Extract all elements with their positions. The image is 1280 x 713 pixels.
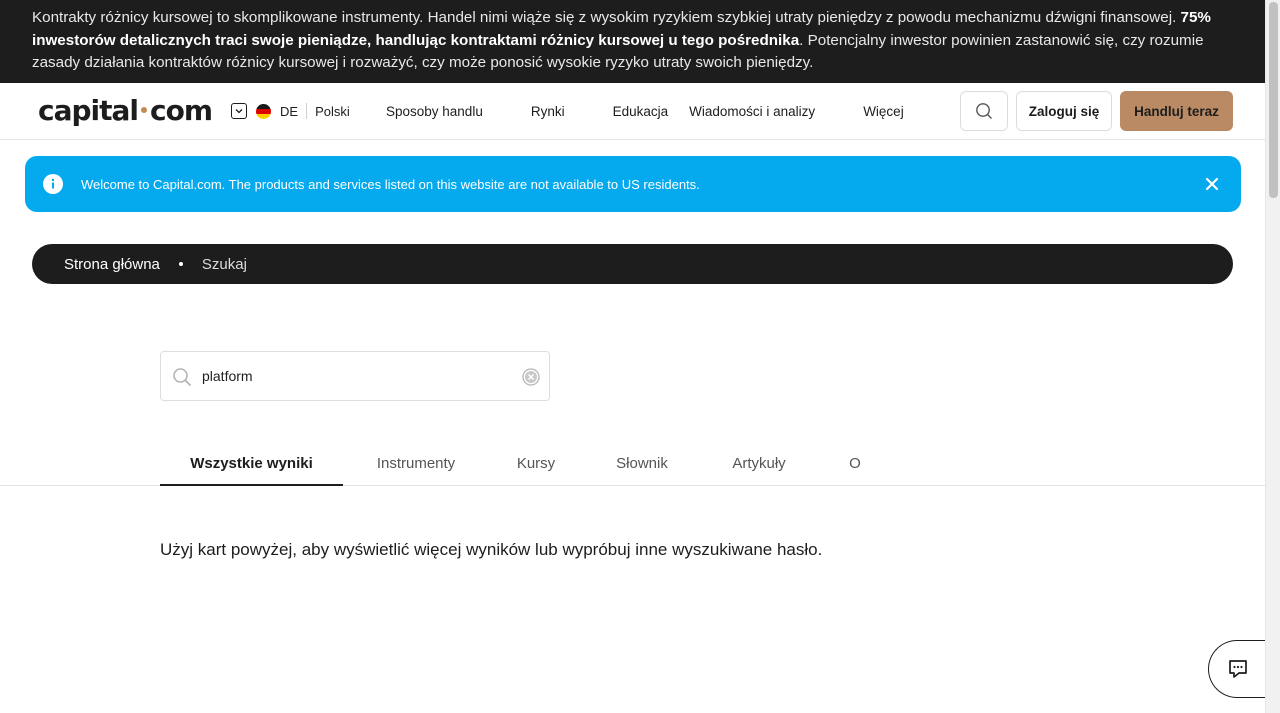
info-icon bbox=[43, 174, 63, 194]
no-more-results-message: Użyj kart powyżej, aby wyświetlić więcej… bbox=[160, 540, 823, 559]
close-icon[interactable] bbox=[1205, 177, 1219, 191]
search-input[interactable] bbox=[202, 364, 512, 388]
nav-item-markets[interactable]: Rynki bbox=[531, 104, 565, 119]
site-header: capital com DE Polski Sposoby handlu Rynk… bbox=[0, 83, 1265, 140]
language-divider bbox=[306, 103, 308, 119]
breadcrumb-current: Szukaj bbox=[201, 255, 247, 273]
risk-warning-text: Kontrakty różnicy kursowej to skomplikow… bbox=[32, 9, 1181, 26]
capital-logo[interactable]: capital com bbox=[38, 94, 213, 127]
breadcrumb-separator bbox=[178, 262, 183, 266]
breadcrumb-home[interactable]: Strona główna bbox=[64, 256, 160, 273]
tab-all-results[interactable]: Wszystkie wyniki bbox=[160, 440, 343, 486]
page-scrollbar[interactable] bbox=[1265, 0, 1280, 713]
us-residents-alert: Welcome to Capital.com. The products and… bbox=[25, 156, 1241, 212]
login-button[interactable]: Zaloguj się bbox=[1016, 91, 1112, 131]
germany-flag-icon bbox=[256, 103, 271, 119]
logo-text-right: com bbox=[150, 94, 213, 127]
scrollbar-thumb[interactable] bbox=[1269, 2, 1278, 198]
chat-button[interactable] bbox=[1208, 640, 1266, 698]
tab-glossary[interactable]: Słownik bbox=[583, 440, 701, 486]
results-tabs: Wszystkie wyniki Instrumenty Kursy Słown… bbox=[160, 440, 893, 486]
language-selector[interactable]: DE Polski bbox=[231, 103, 350, 119]
country-code: DE bbox=[280, 103, 299, 119]
nav-item-news[interactable]: Wiadomości i analizy bbox=[689, 104, 815, 119]
breadcrumb: Strona główna Szukaj bbox=[32, 244, 1233, 284]
search-icon bbox=[976, 103, 992, 119]
tab-about[interactable]: O bbox=[817, 440, 893, 486]
nav-item-education[interactable]: Edukacja bbox=[613, 104, 669, 119]
tab-instruments[interactable]: Instrumenty bbox=[343, 440, 489, 486]
search-icon bbox=[173, 368, 192, 387]
tab-courses[interactable]: Kursy bbox=[489, 440, 583, 486]
logo-dot-icon bbox=[141, 107, 148, 113]
main-nav: Sposoby handlu Rynki Edukacja Wiadomości… bbox=[386, 104, 904, 119]
alert-text: Welcome to Capital.com. The products and… bbox=[81, 176, 700, 192]
chevron-down-icon bbox=[231, 103, 247, 119]
search-field[interactable] bbox=[160, 351, 550, 401]
header-search-button[interactable] bbox=[960, 91, 1008, 131]
chat-icon bbox=[1228, 660, 1247, 678]
logo-text-left: capital bbox=[38, 94, 139, 127]
risk-warning-banner: Kontrakty różnicy kursowej to skomplikow… bbox=[0, 0, 1265, 83]
nav-item-trading-ways[interactable]: Sposoby handlu bbox=[386, 104, 483, 119]
trade-now-button[interactable]: Handluj teraz bbox=[1120, 91, 1233, 131]
language-label: Polski bbox=[315, 103, 350, 119]
tab-articles[interactable]: Artykuły bbox=[701, 440, 817, 486]
clear-search-icon[interactable] bbox=[522, 368, 540, 386]
nav-item-more[interactable]: Więcej bbox=[863, 104, 904, 119]
